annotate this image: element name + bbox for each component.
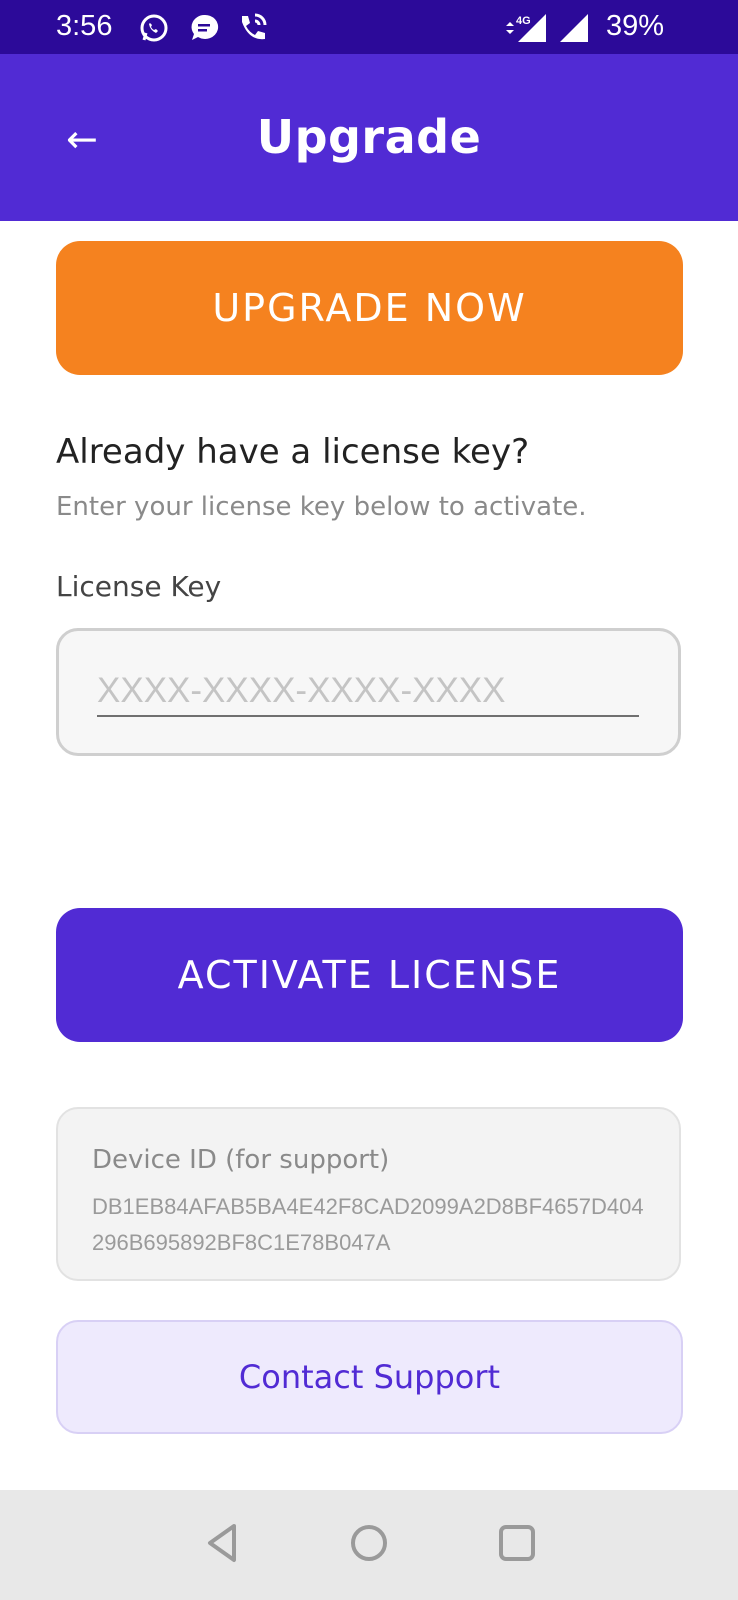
signal-4g-icon: 4G: [506, 14, 546, 42]
contact-support-button[interactable]: Contact Support: [56, 1320, 683, 1434]
license-heading: Already have a license key?: [56, 432, 530, 472]
message-icon: [191, 14, 219, 40]
status-time: 3:56: [56, 10, 113, 42]
back-triangle-icon[interactable]: [200, 1520, 246, 1566]
app-bar: ← Upgrade: [0, 54, 738, 221]
license-key-input[interactable]: [97, 667, 639, 717]
whatsapp-icon: [140, 14, 168, 42]
network-type-label: 4G: [516, 15, 531, 27]
page-title: Upgrade: [256, 110, 482, 164]
device-id-value: DB1EB84AFAB5BA4E42F8CAD2099A2D8BF4657D40…: [92, 1194, 644, 1255]
license-subheading: Enter your license key below to activate…: [56, 492, 587, 522]
recents-square-icon[interactable]: [494, 1520, 540, 1566]
home-circle-icon[interactable]: [346, 1520, 392, 1566]
device-id-label: Device ID (for support): [92, 1145, 390, 1175]
battery-percent: 39%: [606, 10, 665, 42]
license-key-label: License Key: [56, 570, 222, 603]
status-bar: 3:56 4G 39%: [0, 0, 738, 54]
signal-icon: [560, 14, 588, 42]
activate-license-button[interactable]: ACTIVATE LICENSE: [56, 908, 683, 1042]
system-nav-bar: [0, 1490, 738, 1600]
device-id-card: Device ID (for support) DB1EB84AFAB5BA4E…: [56, 1107, 681, 1281]
upgrade-now-button[interactable]: UPGRADE NOW: [56, 241, 683, 375]
phone-call-icon: [242, 13, 267, 40]
license-key-container: [56, 628, 681, 756]
